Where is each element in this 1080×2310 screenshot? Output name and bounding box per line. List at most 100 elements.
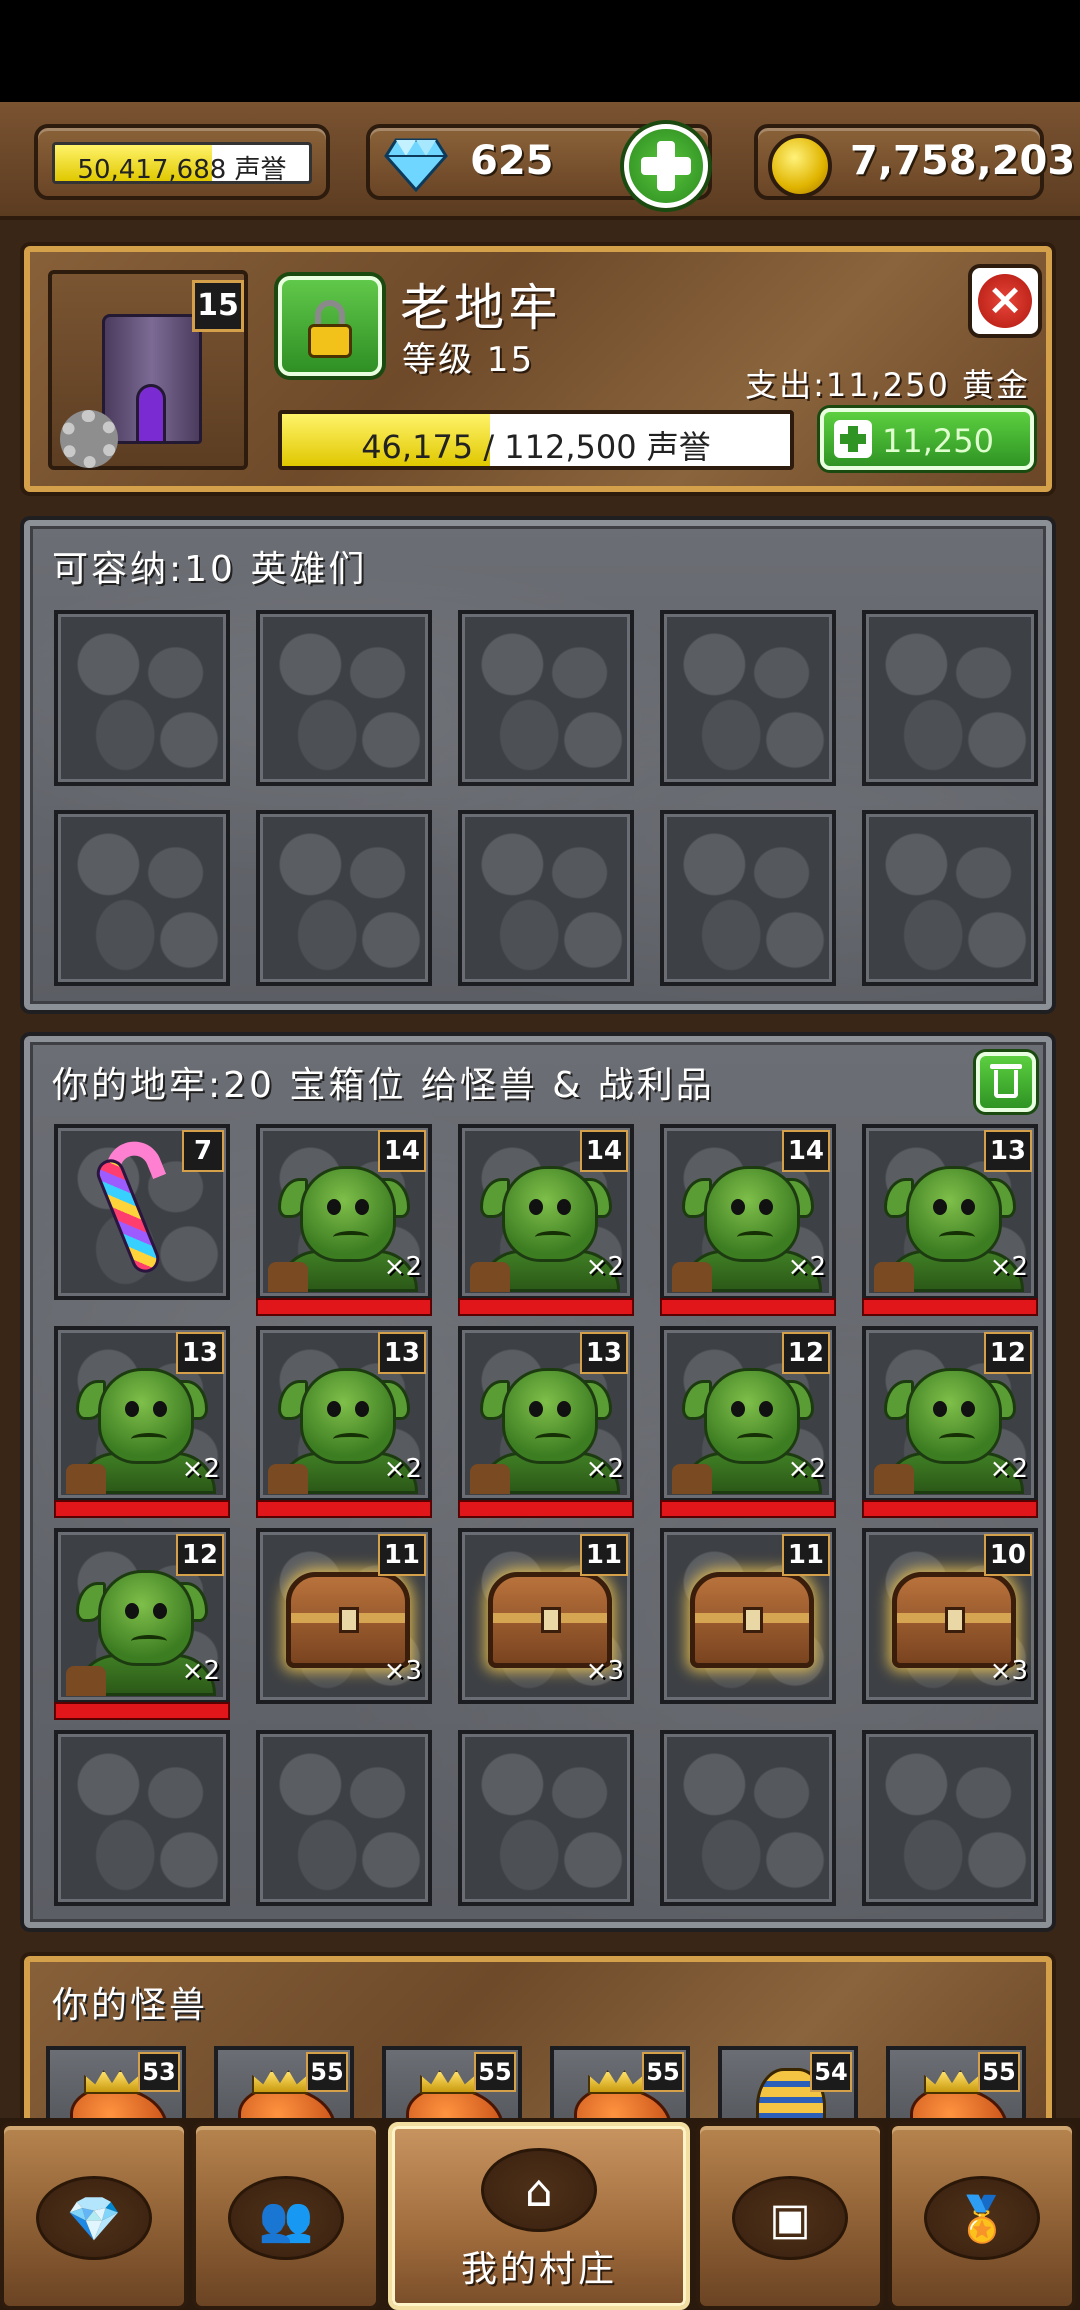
storage-slot[interactable] bbox=[660, 1730, 836, 1906]
nav-button-gem[interactable]: 💎 bbox=[0, 2122, 188, 2310]
orc-eye bbox=[327, 1401, 341, 1417]
item-level-badge: 12 bbox=[175, 1534, 224, 1576]
dungeon-portrait[interactable]: 15 bbox=[48, 270, 248, 470]
storage-slot[interactable]: 14 ×2 bbox=[458, 1124, 634, 1316]
nav-button-house[interactable]: ⌂ 我的村庄 bbox=[388, 2122, 690, 2310]
plus-icon bbox=[834, 420, 872, 458]
nav-button-medal[interactable]: 🏅 bbox=[888, 2122, 1076, 2310]
storage-slot[interactable] bbox=[54, 1730, 230, 1906]
storage-slot[interactable]: 14 ×2 bbox=[660, 1124, 836, 1316]
health-bar bbox=[256, 1298, 432, 1316]
storage-slot[interactable]: 12 ×2 bbox=[660, 1326, 836, 1518]
hero-slot[interactable] bbox=[660, 610, 836, 786]
item-quantity: ×2 bbox=[787, 1252, 826, 1282]
nav-button-heroes[interactable]: 👥 bbox=[192, 2122, 380, 2310]
storage-slot[interactable]: 12 ×2 bbox=[54, 1528, 230, 1720]
hero-slot[interactable] bbox=[862, 810, 1038, 986]
storage-slot[interactable]: 12 ×2 bbox=[862, 1326, 1038, 1518]
dungeon-info-panel: 15 老地牢 等级 15 × 支出:11,250 黄金 46,175 / 112… bbox=[24, 246, 1052, 492]
trash-icon bbox=[990, 1064, 1022, 1069]
storage-slot[interactable] bbox=[256, 1730, 432, 1906]
gear-icon[interactable] bbox=[60, 410, 118, 468]
nav-button-treasure-chest[interactable]: ▣ bbox=[696, 2122, 884, 2310]
storage-slot[interactable]: 11 ×3 bbox=[256, 1528, 432, 1704]
orc-monster-icon bbox=[98, 1368, 194, 1464]
storage-slot[interactable]: 10 ×3 bbox=[862, 1528, 1038, 1704]
orc-eye bbox=[759, 1199, 773, 1215]
storage-slot[interactable]: 13 ×2 bbox=[54, 1326, 230, 1518]
storage-slot[interactable] bbox=[862, 1730, 1038, 1906]
item-quantity: ×2 bbox=[383, 1252, 422, 1282]
dungeon-storage-panel: 你的地牢:20 宝箱位 给怪兽 & 战利品 7 14 ×2 14 ×2 14 ×2 13 ×2 1… bbox=[24, 1036, 1052, 1928]
treasure-chest-icon bbox=[690, 1572, 814, 1668]
orc-mouth bbox=[737, 1231, 773, 1243]
orc-eye bbox=[529, 1401, 543, 1417]
upgrade-button[interactable]: 11,250 bbox=[820, 408, 1034, 470]
gold-display: 7,758,203 bbox=[754, 124, 1075, 200]
storage-slot[interactable]: 13 ×2 bbox=[458, 1326, 634, 1518]
crown-icon bbox=[84, 2070, 140, 2094]
monster-level-badge: 55 bbox=[642, 2052, 684, 2092]
nav-label: 我的村庄 bbox=[460, 2249, 617, 2290]
trash-button[interactable] bbox=[976, 1052, 1036, 1112]
item-quantity: ×2 bbox=[989, 1252, 1028, 1282]
nav-icon-frame: 💎 bbox=[36, 2176, 152, 2260]
hero-slot[interactable] bbox=[256, 610, 432, 786]
storage-slot[interactable]: 13 ×2 bbox=[256, 1326, 432, 1518]
hero-slot[interactable] bbox=[660, 810, 836, 986]
orc-eye bbox=[355, 1401, 369, 1417]
chest-lock bbox=[339, 1607, 359, 1633]
storage-slot[interactable] bbox=[458, 1730, 634, 1906]
orc-monster-icon bbox=[98, 1570, 194, 1666]
crown-icon bbox=[420, 2070, 476, 2094]
storage-slot[interactable]: 7 bbox=[54, 1124, 230, 1300]
orc-monster-icon bbox=[704, 1368, 800, 1464]
trash-icon-can bbox=[994, 1070, 1018, 1098]
item-level-badge: 13 bbox=[579, 1332, 628, 1374]
hero-slot[interactable] bbox=[862, 610, 1038, 786]
lock-button[interactable] bbox=[278, 276, 382, 376]
hero-slot[interactable] bbox=[54, 810, 230, 986]
item-quantity: ×2 bbox=[383, 1454, 422, 1484]
orc-strap bbox=[470, 1464, 510, 1494]
orc-strap bbox=[268, 1262, 308, 1292]
buy-gems-button[interactable] bbox=[624, 124, 708, 208]
health-bar bbox=[458, 1500, 634, 1518]
monster-level-badge: 55 bbox=[474, 2052, 516, 2092]
orc-mouth bbox=[131, 1635, 167, 1647]
crown-icon bbox=[924, 2070, 980, 2094]
orc-mouth bbox=[535, 1231, 571, 1243]
orc-eye bbox=[933, 1401, 947, 1417]
item-level-badge: 14 bbox=[377, 1130, 426, 1172]
storage-slot[interactable]: 11 ×3 bbox=[458, 1528, 634, 1704]
hero-slot[interactable] bbox=[54, 610, 230, 786]
nav-icon-frame: 🏅 bbox=[924, 2176, 1040, 2260]
orc-mouth bbox=[737, 1433, 773, 1445]
nav-icon-frame: ⌂ bbox=[481, 2148, 597, 2232]
reputation-progress-bar: 46,175 / 112,500 声誉 bbox=[278, 410, 794, 470]
chest-lock bbox=[945, 1607, 965, 1633]
health-bar bbox=[660, 1500, 836, 1518]
orc-eye bbox=[153, 1603, 167, 1619]
hero-slot[interactable] bbox=[256, 810, 432, 986]
item-level-badge: 7 bbox=[182, 1130, 224, 1172]
hero-slot[interactable] bbox=[458, 810, 634, 986]
reputation-display: 50,417,688 声誉 bbox=[34, 124, 330, 200]
health-bar bbox=[660, 1298, 836, 1316]
item-quantity: ×3 bbox=[989, 1656, 1028, 1686]
orc-eye bbox=[125, 1603, 139, 1619]
close-button[interactable]: × bbox=[968, 264, 1042, 338]
orc-eye bbox=[961, 1199, 975, 1215]
chest-lock bbox=[541, 1607, 561, 1633]
storage-slot[interactable]: 11 bbox=[660, 1528, 836, 1704]
storage-slot[interactable]: 13 ×2 bbox=[862, 1124, 1038, 1316]
tower-door bbox=[136, 384, 166, 444]
storage-slot[interactable]: 14 ×2 bbox=[256, 1124, 432, 1316]
treasure-chest-icon bbox=[488, 1572, 612, 1668]
orc-monster-icon bbox=[502, 1166, 598, 1262]
item-quantity: ×3 bbox=[585, 1656, 624, 1686]
hero-slot[interactable] bbox=[458, 610, 634, 786]
orc-strap bbox=[874, 1464, 914, 1494]
orc-eye bbox=[731, 1401, 745, 1417]
lock-icon-body bbox=[308, 324, 352, 358]
